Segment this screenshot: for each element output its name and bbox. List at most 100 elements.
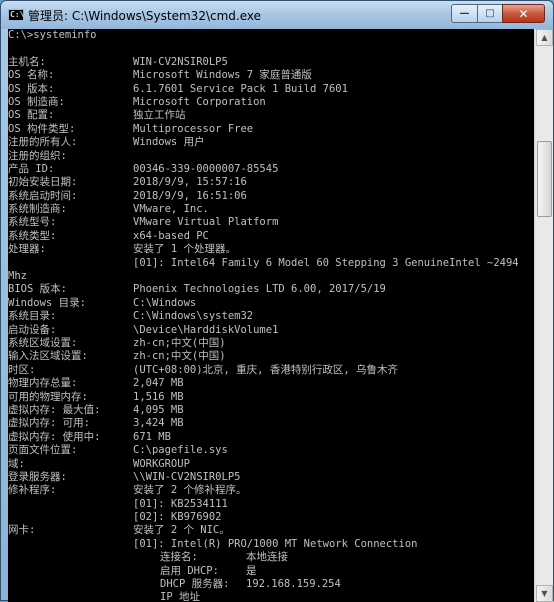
info-value: 安装了 2 个 NIC。 (133, 524, 230, 537)
info-value: zh-cn;中文(中国) (133, 336, 226, 349)
processor-wrap: Mhz (8, 270, 27, 283)
info-row: 产品 ID: 00346-339-0000007-85545 (8, 163, 534, 176)
info-row: 虚拟内存: 使用中: 671 MB (8, 431, 534, 444)
info-value: 1,516 MB (133, 390, 184, 403)
nic-detail-row: DHCP 服务器: 192.168.159.254 (8, 578, 534, 591)
nic-detail-label: IP 地址 (160, 591, 200, 602)
info-value: C:\Windows\system32 (133, 310, 254, 323)
title-bar[interactable]: C:\ 管理员: C:\Windows\System32\cmd.exe — □… (1, 1, 553, 29)
info-value: VMware Virtual Platform (133, 216, 279, 229)
scroll-thumb[interactable] (537, 141, 552, 217)
info-row: Windows 目录: C:\Windows (8, 297, 534, 310)
info-row: 虚拟内存: 最大值: 4,095 MB (8, 404, 534, 417)
info-row: 网卡: 安装了 2 个 NIC。 (8, 524, 534, 537)
info-value: (UTC+08:00)北京, 重庆, 香港特别行政区, 乌鲁木齐 (133, 363, 398, 376)
info-value: 2018/9/9, 16:51:06 (133, 189, 247, 202)
info-value: Microsoft Corporation (133, 95, 266, 108)
info-value: 6.1.7601 Service Pack 1 Build 7601 (133, 82, 348, 95)
info-row: 注册的组织: (8, 150, 534, 163)
info-value: Multiprocessor Free (133, 122, 254, 135)
window-controls: — □ ✕ (451, 4, 545, 23)
processor-detail-line: [01]: Intel64 Family 6 Model 60 Stepping… (8, 257, 534, 270)
info-row: OS 配置: 独立工作站 (8, 109, 534, 122)
info-value: 安装了 1 个处理器。 (133, 243, 236, 256)
close-button[interactable]: ✕ (502, 4, 545, 23)
info-label: 系统目录: (8, 310, 57, 323)
info-label: 物理内存总量: (8, 377, 78, 390)
hotfix-item: [02]: KB976902 (133, 511, 222, 524)
info-value: VMware, Inc. (133, 203, 209, 216)
console-app-icon[interactable]: C:\ (8, 9, 24, 21)
info-label: 输入法区域设置: (8, 350, 88, 363)
info-value: Phoenix Technologies LTD 6.00, 2017/5/19 (133, 283, 386, 296)
hotfix-line: [02]: KB976902 (8, 511, 534, 524)
info-label: 虚拟内存: 最大值: (8, 403, 101, 416)
info-row: 页面文件位置: C:\pagefile.sys (8, 444, 534, 457)
info-label: OS 制造商: (8, 95, 65, 108)
minimize-button[interactable]: — (451, 4, 477, 23)
info-value: 独立工作站 (133, 109, 186, 122)
nic-detail-row: 启用 DHCP: 是 (8, 565, 534, 578)
info-row: 虚拟内存: 可用: 3,424 MB (8, 417, 534, 430)
info-value: x64-based PC (133, 229, 209, 242)
info-label: 可用的物理内存: (8, 390, 88, 403)
nic-detail-label: 连接名: (160, 551, 198, 564)
cmd-window: C:\ 管理员: C:\Windows\System32\cmd.exe — □… (0, 0, 554, 602)
info-label: 产品 ID: (8, 162, 55, 175)
info-value: Microsoft Windows 7 家庭普通版 (133, 69, 312, 82)
nic-detail-value: 192.168.159.254 (246, 578, 341, 591)
processor-wrap-line: Mhz (8, 270, 534, 283)
info-label: BIOS 版本: (8, 283, 67, 296)
info-row: 域: WORKGROUP (8, 458, 534, 471)
nic-detail-value: 是 (246, 564, 257, 577)
info-value: 安装了 2 个修补程序。 (133, 484, 247, 497)
info-row: 系统目录: C:\Windows\system32 (8, 310, 534, 323)
info-row: 输入法区域设置: zh-cn;中文(中国) (8, 350, 534, 363)
nic-detail-label: 启用 DHCP: (160, 564, 219, 577)
scroll-up-button[interactable]: ▲ (536, 29, 553, 46)
info-label: 系统启动时间: (8, 189, 78, 202)
info-value: 2,047 MB (133, 377, 184, 390)
info-label: OS 版本: (8, 82, 55, 95)
info-row: OS 构件类型: Multiprocessor Free (8, 123, 534, 136)
info-row: 登录服务器: \\WIN-CV2NSIR0LP5 (8, 471, 534, 484)
info-value: C:\pagefile.sys (133, 444, 228, 457)
info-value: zh-cn;中文(中国) (133, 350, 226, 363)
maximize-button[interactable]: □ (477, 4, 502, 23)
nic-adapter-line: [01]: Intel(R) PRO/1000 MT Network Conne… (8, 538, 534, 551)
info-row: 启动设备: \Device\HarddiskVolume1 (8, 324, 534, 337)
info-row: 系统启动时间: 2018/9/9, 16:51:06 (8, 190, 534, 203)
info-row: 修补程序: 安装了 2 个修补程序。 (8, 484, 534, 497)
info-label: 处理器: (8, 243, 46, 256)
info-value: 00346-339-0000007-85545 (133, 162, 279, 175)
info-label: 修补程序: (8, 484, 57, 497)
info-row: 系统区域设置: zh-cn;中文(中国) (8, 337, 534, 350)
info-label: 虚拟内存: 可用: (8, 417, 90, 430)
window-title: 管理员: C:\Windows\System32\cmd.exe (28, 9, 261, 23)
info-row: 初始安装日期: 2018/9/9, 15:57:16 (8, 176, 534, 189)
info-label: 网卡: (8, 524, 36, 537)
info-label: 系统制造商: (8, 203, 67, 216)
info-label: 注册的所有人: (8, 136, 78, 149)
info-label: 域: (8, 457, 25, 470)
info-row: 时区: (UTC+08:00)北京, 重庆, 香港特别行政区, 乌鲁木齐 (8, 364, 534, 377)
info-label: Windows 目录: (8, 296, 86, 309)
console-output[interactable]: C:\>systeminfo 主机名: WIN-CV2NSIR0LP5 OS 名称: M… (8, 29, 534, 602)
console-lines: C:\>systeminfo 主机名: WIN-CV2NSIR0LP5 OS 名称: M… (8, 29, 534, 602)
info-value: 4,095 MB (133, 403, 184, 416)
info-row: 可用的物理内存: 1,516 MB (8, 391, 534, 404)
vertical-scrollbar[interactable]: ▲ ▼ (534, 29, 553, 602)
info-value: Windows 用户 (133, 136, 205, 149)
info-label: 主机名: (8, 55, 46, 68)
hotfix-item: [01]: KB2534111 (133, 497, 228, 510)
info-row: 主机名: WIN-CV2NSIR0LP5 (8, 56, 534, 69)
info-label: 初始安装日期: (8, 176, 78, 189)
info-row: 处理器: 安装了 1 个处理器。 (8, 243, 534, 256)
info-label: 系统类型: (8, 229, 57, 242)
info-label: OS 配置: (8, 109, 55, 122)
nic-adapter: [01]: Intel(R) PRO/1000 MT Network Conne… (133, 537, 418, 550)
info-label: OS 名称: (8, 69, 55, 82)
processor-detail: [01]: Intel64 Family 6 Model 60 Stepping… (133, 256, 519, 269)
info-row: OS 名称: Microsoft Windows 7 家庭普通版 (8, 69, 534, 82)
scroll-down-button[interactable]: ▼ (536, 585, 553, 602)
